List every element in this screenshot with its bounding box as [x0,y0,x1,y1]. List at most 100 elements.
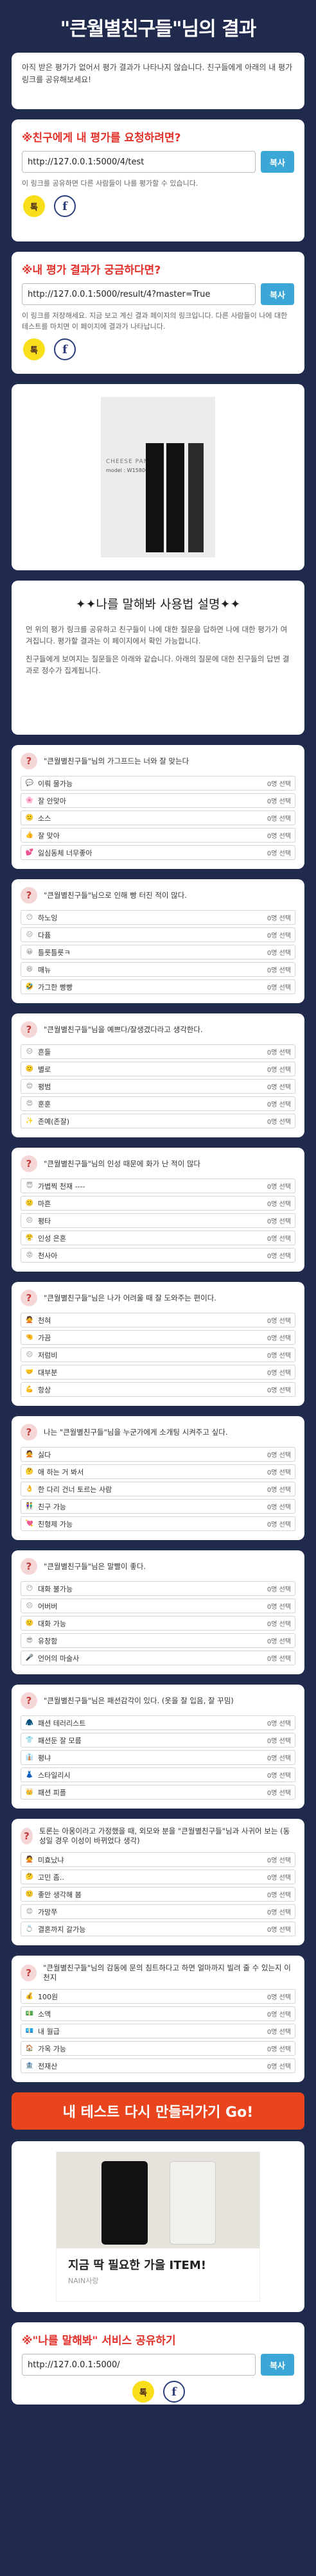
answer-option: 💬 이뤄 물가능 0명 선택 [21,776,295,791]
question-icon: ? [21,887,37,904]
option-count: 0명 선택 [267,1353,291,1360]
option-emoji-icon: 🤏 [25,1334,34,1341]
question-text: "큰월별친구들"님은 패션감각이 있다. (옷을 잘 입음, 잘 꾸밈) [44,1695,234,1705]
option-emoji-icon: 💍 [25,1925,34,1932]
service-share-title: ※"나를 말해봐" 서비스 공유하기 [22,2335,176,2347]
option-label: 저럼비 [38,1351,58,1360]
option-count: 0명 선택 [267,1638,291,1645]
option-count: 0명 선택 [267,1201,291,1208]
ad-tile[interactable]: 지금 딱 필요한 가을 ITEM! NAIN사랑 [56,2151,260,2302]
option-label: 패션 피플 [38,1788,66,1797]
option-count: 0명 선택 [267,1927,291,1934]
service-url-input[interactable] [22,2354,256,2376]
facebook-share-icon[interactable]: f [54,338,76,360]
option-count: 0명 선택 [267,2029,291,2036]
intro-card: 아직 받은 평가가 없어서 평가 결과가 나타나지 않습니다. 친구들에게 아래… [12,53,304,109]
retry-test-button[interactable]: 내 테스트 다시 만들러가기 Go! [12,2092,304,2130]
answer-option: 😀 틀릇틀릇ㅋ 0명 선택 [21,945,295,959]
copy-button[interactable]: 복사 [261,283,294,305]
kakao-share-icon[interactable]: 톡 [23,338,45,360]
question-card: ? "큰월별친구들"님의 감동에 문의 침트하다고 하면 얼마까지 빌려 줄 수 … [12,1956,304,2082]
question-card: ? "큰월별친구들"님은 말빨이 좋다. 😶 대화 불가능 0명 선택 😐 어버버 0명 선택… [12,1550,304,1674]
answer-option: 🙅 천혀 0명 선택 [21,1313,295,1327]
request-url-input[interactable] [22,151,256,173]
question-icon: ? [21,1692,37,1709]
option-count: 0명 선택 [267,1790,291,1797]
request-share-note: 이 링크를 공유하면 다른 사람들이 나를 평가할 수 있습니다. [22,179,198,188]
option-count: 0명 선택 [267,2046,291,2053]
kakao-share-icon[interactable]: 톡 [132,2381,154,2403]
option-label: 언어의 마술사 [38,1654,80,1663]
option-count: 0명 선택 [267,2011,291,2019]
option-label: 어버버 [38,1602,58,1611]
answer-option: 💍 결혼까지 갈가능 0명 선택 [21,1922,295,1936]
option-count: 0명 선택 [267,1892,291,1899]
answer-option: 😊 가망쭈 0명 선택 [21,1904,295,1919]
option-label: 존예(존잘) [38,1117,70,1126]
option-label: 하노잉 [38,913,58,922]
answer-option: 😐 다퓸 0명 선택 [21,927,295,942]
answer-option: 🤔 애 하는 거 봐서 0명 선택 [21,1464,295,1479]
option-count: 0명 선택 [267,781,291,788]
option-label: 소스 [38,814,51,823]
answer-option: 🤔 고민 좀.. 0명 선택 [21,1870,295,1884]
option-label: 천사아 [38,1251,58,1260]
pants-leg [188,443,204,552]
option-label: 평냐 [38,1753,51,1762]
answer-option: 🙂 마흔 0명 선택 [21,1196,295,1211]
option-label: 인성 은혼 [38,1234,66,1243]
copy-button[interactable]: 복사 [261,2354,294,2376]
question-icon: ? [21,1828,33,1844]
option-label: 이뤄 물가능 [38,779,73,788]
jacket [101,2161,148,2245]
question-text: 나는 "큰월별친구들"님을 누군가에게 소개팅 시켜주고 싶다. [44,1427,228,1437]
question-card: ? 토론는 아웅이라고 가정했을 때, 외모와 분을 "큰월별친구들"님과 사귀어… [12,1819,304,1945]
option-emoji-icon: ✨ [25,1117,34,1125]
question-icon: ? [21,1155,37,1172]
intro-text: 아직 받은 평가가 없어서 평가 결과가 나타나지 않습니다. 친구들에게 아래… [22,63,293,84]
option-label: 대화 가능 [38,1619,66,1628]
option-count: 0명 선택 [267,798,291,805]
answer-option: 👔 평냐 0명 선택 [21,1750,295,1765]
jacket [170,2161,216,2245]
option-label: 훈훈 [38,1100,51,1108]
option-label: 가끔 [38,1333,51,1342]
option-count: 0명 선택 [267,1875,291,1882]
result-url-input[interactable] [22,283,256,305]
ad-banner-pants[interactable]: CHEESE PANTS model : W15800 [12,384,304,570]
option-label: 항상 [38,1385,51,1394]
option-label: 가볍찍 천재 ---- [38,1182,85,1191]
result-share-title: ※내 평가 결과가 궁금하다면? [22,264,161,277]
option-label: 잃심동체 너무좋아 [38,848,92,857]
option-emoji-icon: 👍 [25,832,34,839]
option-count: 0명 선택 [267,2063,291,2071]
option-emoji-icon: 👌 [25,1485,34,1493]
ad-banner-autumn[interactable]: 지금 딱 필요한 가을 ITEM! NAIN사랑 [12,2141,304,2312]
answer-option: 💰 100원 0명 선택 [21,1989,295,2004]
option-emoji-icon: 🙅 [25,1317,34,1324]
answer-option: 👗 스타일리시 0명 선택 [21,1767,295,1782]
option-count: 0명 선택 [267,1218,291,1225]
facebook-share-icon[interactable]: f [163,2381,185,2403]
option-emoji-icon: 😶 [26,914,33,921]
answer-option: 👫 친구 가능 0명 선택 [21,1499,295,1514]
facebook-share-icon[interactable]: f [54,195,76,217]
option-emoji-icon: 👕 [25,1737,34,1744]
question-icon: ? [21,1290,37,1306]
ad-image [57,2152,259,2248]
kakao-share-icon[interactable]: 톡 [23,195,45,217]
option-emoji-icon: 🤝 [25,1369,34,1376]
ad-image[interactable]: CHEESE PANTS model : W15800 [101,397,215,557]
answer-option: 🙂 소스 0명 선택 [21,810,295,825]
answer-option: 🙅 미효났냐 0명 선택 [21,1852,295,1867]
option-count: 0명 선택 [267,967,291,974]
guide-text: 먼 위의 평가 링크를 공유하고 친구들이 나에 대한 질문을 답하면 나에 대… [26,625,288,645]
option-label: 소액 [38,2010,51,2019]
answer-option: 😑 흔들 0명 선택 [21,1044,295,1059]
copy-button[interactable]: 복사 [261,151,294,173]
answer-option: 😐 저럼비 0명 선택 [21,1347,295,1362]
option-emoji-icon: 😶 [26,1585,33,1592]
option-emoji-icon: 😡 [26,1252,33,1259]
option-count: 0명 선택 [267,850,291,857]
option-emoji-icon: 😐 [26,931,33,938]
